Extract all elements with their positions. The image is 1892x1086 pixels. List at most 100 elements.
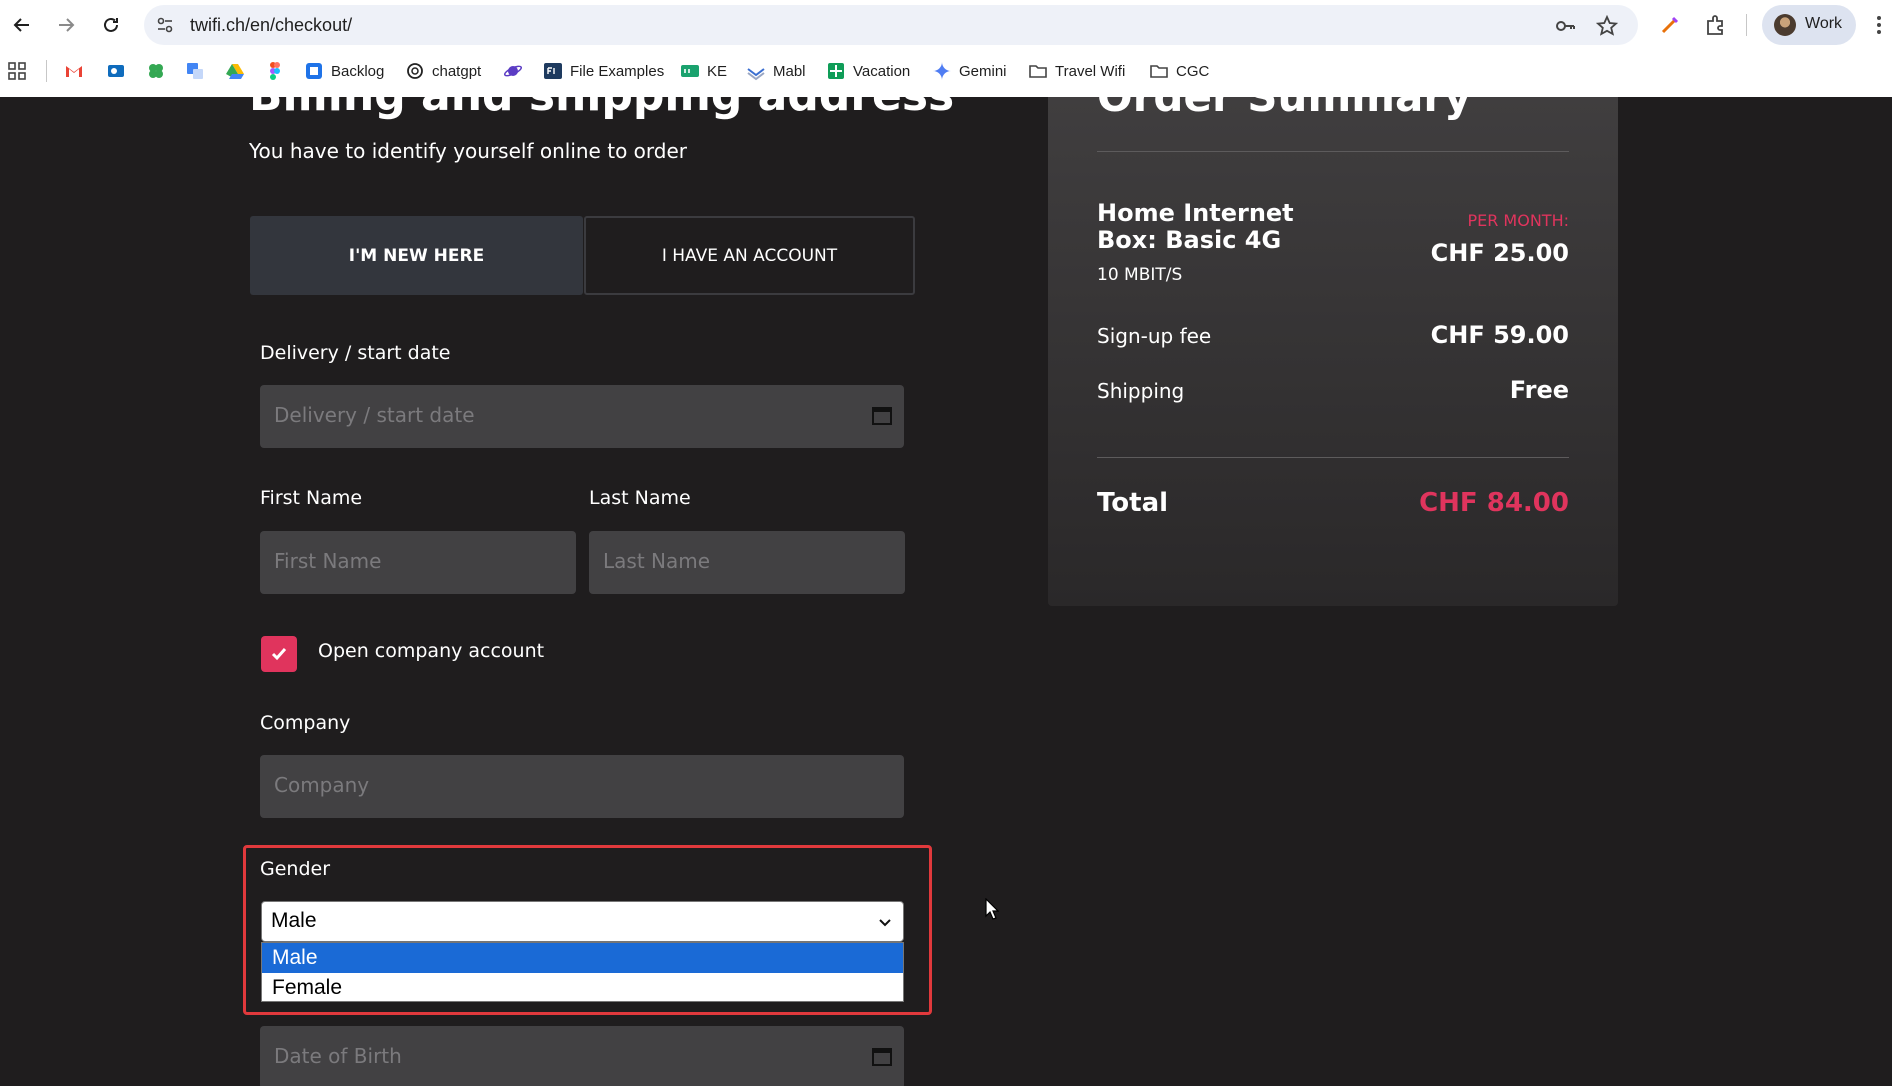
calendar-icon[interactable]: [872, 405, 892, 425]
company-field[interactable]: Company: [260, 755, 904, 818]
delivery-date-placeholder: Delivery / start date: [274, 403, 475, 427]
bookmark-label: Mabl: [773, 62, 806, 80]
figma-icon: [270, 62, 280, 80]
gemini-icon: [933, 62, 951, 80]
mabl-icon: [747, 68, 765, 81]
color-picker-extension-icon[interactable]: [1658, 13, 1682, 37]
gender-label: Gender: [260, 858, 331, 880]
signup-fee-value: CHF 59.00: [1430, 321, 1569, 349]
total-label: Total: [1097, 488, 1169, 518]
forward-arrow-icon: [59, 18, 75, 32]
mouse-cursor-icon: [985, 898, 999, 920]
planet-icon: [503, 65, 523, 77]
bookmarks-divider: [46, 60, 47, 82]
last-name-placeholder: Last Name: [603, 549, 711, 573]
password-key-icon[interactable]: [1554, 15, 1576, 37]
bookmark-gmail[interactable]: [64, 58, 84, 84]
page-subtitle: You have to identify yourself online to …: [249, 139, 687, 163]
bookmark-vacation[interactable]: Vacation: [826, 58, 910, 84]
bookmark-star-icon[interactable]: [1596, 15, 1618, 37]
folder-icon: [1150, 65, 1168, 78]
summary-divider: [1097, 151, 1569, 152]
folder-icon: [1029, 65, 1047, 78]
gmail-icon: [66, 66, 82, 77]
browser-toolbar: twifi.ch/en/checkout/ Work: [0, 0, 1892, 50]
gender-option-female[interactable]: Female: [262, 973, 903, 1003]
bookmark-figma[interactable]: [265, 58, 285, 84]
first-name-placeholder: First Name: [274, 549, 382, 573]
backlog-icon: [306, 63, 322, 79]
delivery-date-label: Delivery / start date: [260, 342, 451, 364]
bookmark-label: Travel Wifi: [1055, 62, 1126, 80]
tab-have-account[interactable]: I HAVE AN ACCOUNT: [584, 216, 915, 295]
translate-icon: [187, 63, 203, 79]
date-of-birth-field[interactable]: Date of Birth: [260, 1026, 904, 1086]
site-settings-icon[interactable]: [156, 16, 174, 34]
bookmark-label: chatgpt: [432, 62, 482, 80]
bookmark-label: File Examples: [570, 62, 665, 80]
bookmark-drive[interactable]: [225, 58, 245, 84]
bookmark-outlook[interactable]: [106, 58, 126, 84]
bookmark-translate[interactable]: [185, 58, 205, 84]
bookmark-file-examples[interactable]: File Examples: [543, 58, 664, 84]
reload-icon: [104, 17, 118, 32]
checkmark-icon: [271, 648, 287, 661]
product-speed: 10 MBIT/S: [1097, 265, 1183, 285]
delivery-date-field[interactable]: Delivery / start date: [260, 385, 904, 448]
bookmark-planet[interactable]: [503, 58, 523, 84]
first-name-label: First Name: [260, 487, 363, 509]
product-name: Home Internet Box: Basic 4G: [1097, 199, 1294, 254]
back-button[interactable]: [9, 12, 35, 38]
apps-grid-icon: [8, 62, 26, 80]
profile-button[interactable]: Work: [1762, 5, 1856, 45]
gender-selected-value: Male: [271, 909, 317, 932]
bookmark-chatgpt[interactable]: chatgpt: [405, 58, 481, 84]
gender-select[interactable]: Male: [261, 901, 904, 942]
company-account-label[interactable]: Open company account: [318, 640, 544, 662]
bookmark-label: Backlog: [331, 62, 385, 80]
browser-menu-icon[interactable]: [1876, 14, 1882, 36]
toolbar-divider: [1746, 14, 1747, 36]
shipping-value: Free: [1509, 376, 1569, 404]
bookmark-travel-wifi[interactable]: Travel Wifi: [1028, 58, 1125, 84]
forward-button[interactable]: [53, 12, 79, 38]
gender-option-male[interactable]: Male: [262, 943, 903, 973]
bookmark-label: KE: [707, 62, 728, 80]
bookmark-cgc[interactable]: CGC: [1149, 58, 1209, 84]
last-name-label: Last Name: [589, 487, 691, 509]
reload-button[interactable]: [98, 12, 124, 38]
calendar-icon[interactable]: [872, 1046, 892, 1066]
gender-dropdown-list: Male Female: [261, 942, 904, 1002]
bookmark-ke[interactable]: KE: [680, 58, 727, 84]
extensions-puzzle-icon[interactable]: [1704, 13, 1728, 37]
chatgpt-icon: [407, 63, 423, 79]
order-summary-title: Order Summary: [1097, 97, 1471, 121]
per-month-label: PER MONTH:: [1467, 211, 1569, 230]
bookmark-label: Gemini: [959, 62, 1007, 80]
bookmark-gemini[interactable]: Gemini: [932, 58, 1007, 84]
sheets-icon: [828, 63, 844, 79]
address-bar[interactable]: twifi.ch/en/checkout/: [144, 5, 1638, 45]
profile-label: Work: [1805, 15, 1843, 32]
company-account-checkbox[interactable]: [261, 636, 297, 672]
google-drive-icon: [226, 64, 244, 79]
browser-chrome: twifi.ch/en/checkout/ Work Backlog chatg…: [0, 0, 1892, 97]
shipping-label: Shipping: [1097, 379, 1185, 403]
first-name-field[interactable]: First Name: [260, 531, 576, 594]
bookmark-label: Vacation: [853, 62, 911, 80]
total-value: CHF 84.00: [1419, 488, 1569, 518]
bookmark-backlog[interactable]: Backlog: [304, 58, 384, 84]
last-name-field[interactable]: Last Name: [589, 531, 905, 594]
page-title: Billing and shipping address: [249, 97, 954, 121]
bookmark-apps[interactable]: [7, 58, 27, 84]
company-placeholder: Company: [274, 773, 370, 797]
order-summary-panel: Order Summary Home Internet Box: Basic 4…: [1048, 97, 1618, 606]
back-arrow-icon: [13, 18, 29, 32]
url-text[interactable]: twifi.ch/en/checkout/: [190, 15, 352, 36]
bookmark-label: CGC: [1176, 62, 1210, 80]
bookmark-mabl[interactable]: Mabl: [746, 58, 806, 84]
outlook-icon: [108, 65, 124, 77]
ke-icon: [681, 65, 699, 77]
tab-new-here[interactable]: I'M NEW HERE: [250, 216, 583, 295]
bookmark-clover[interactable]: [146, 58, 166, 84]
